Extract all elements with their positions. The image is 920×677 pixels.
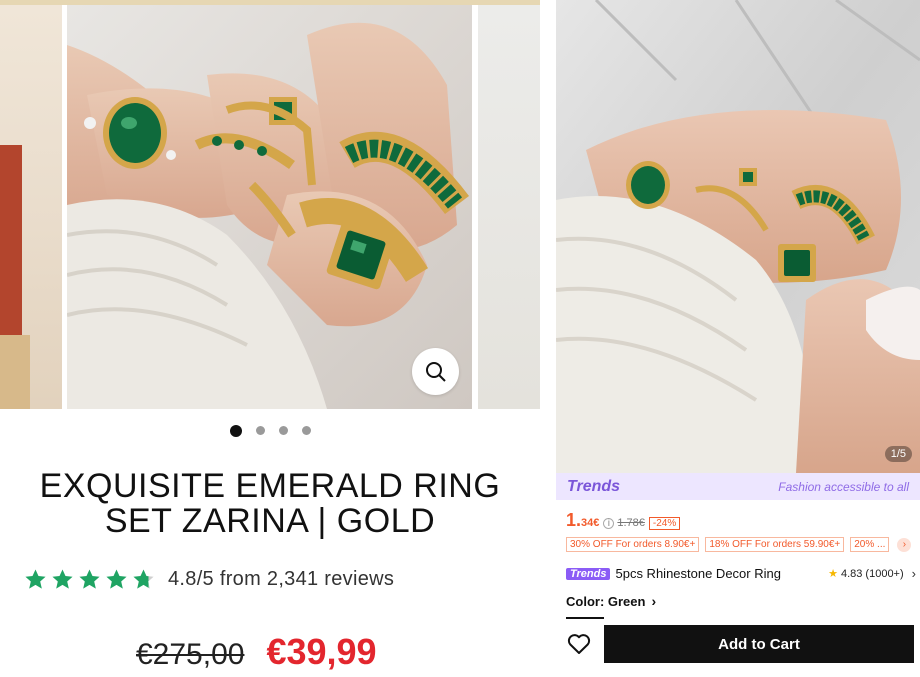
trends-badge: Trends <box>566 567 611 580</box>
title-line-1: EXQUISITE EMERALD RING <box>39 467 501 505</box>
carousel-dot-3[interactable] <box>278 426 288 435</box>
search-icon <box>425 361 446 382</box>
sale-price: €39,99 <box>266 631 377 672</box>
product-name-row: Trends 5pcs Rhinestone Decor Ring ★ 4.83… <box>566 566 916 581</box>
star-icon <box>52 569 73 589</box>
reviews-summary[interactable]: 4.8/5 from 2,341 reviews <box>168 568 394 591</box>
prev-slide-base <box>0 335 30 409</box>
color-selector[interactable]: Color: Green › <box>566 593 656 609</box>
price-row-secondary: 1.34€ i 1.78€ -24% <box>566 510 681 531</box>
color-label: Color: Green <box>566 593 646 609</box>
left-product-panel: EXQUISITE EMERALD RING SET ZARINA | GOLD… <box>0 0 540 677</box>
star-icon <box>106 569 127 589</box>
rings-photo-2 <box>556 0 920 473</box>
right-product-panel: 1/5 Trends Fashion accessible to all 1.3… <box>556 0 920 677</box>
product-name: 5pcs Rhinestone Decor Ring <box>615 566 781 581</box>
image-counter: 1/5 <box>884 446 912 462</box>
coupon-list: 30% OFF For orders 8.90€+ 18% OFF For or… <box>566 537 912 552</box>
star-icon: ★ <box>828 568 838 580</box>
price-minor: 34€ <box>581 517 600 529</box>
trends-tagline: Fashion accessible to all <box>778 479 909 494</box>
carousel-dots <box>0 424 540 437</box>
product-title: EXQUISITE EMERALD RING SET ZARINA | GOLD <box>0 469 540 539</box>
trends-logo: Trends <box>567 477 621 495</box>
title-line-2: SET ZARINA | GOLD <box>104 502 436 540</box>
chevron-right-icon: › <box>651 593 657 609</box>
carousel-next-slide[interactable] <box>478 5 540 409</box>
coupon-1[interactable]: 30% OFF For orders 8.90€+ <box>566 537 700 552</box>
discount-badge: -24% <box>648 517 681 530</box>
product-image-main[interactable] <box>67 5 472 409</box>
rating-stars <box>24 568 155 591</box>
rating-row[interactable]: 4.8/5 from 2,341 reviews <box>24 568 394 591</box>
carousel-dot-2[interactable] <box>255 426 265 435</box>
product-image-secondary[interactable]: 1/5 <box>556 0 920 473</box>
bottom-action-bar: Add to Cart <box>556 624 920 664</box>
original-price-secondary: 1.78€ <box>617 517 645 529</box>
star-icon <box>79 569 100 589</box>
selected-swatch-indicator <box>566 617 604 619</box>
price-major: 1. <box>566 510 582 530</box>
original-price: €275,00 <box>136 638 245 671</box>
zoom-button[interactable] <box>412 348 459 395</box>
half-star-icon <box>133 569 154 589</box>
coupon-2[interactable]: 18% OFF For orders 59.90€+ <box>705 537 845 552</box>
heart-icon <box>567 634 591 654</box>
current-price: 1.34€ <box>566 510 599 531</box>
rings-photo <box>67 5 472 409</box>
carousel-prev-slide[interactable] <box>0 5 62 409</box>
carousel-dot-4[interactable] <box>301 426 311 435</box>
trends-banner[interactable]: Trends Fashion accessible to all <box>556 473 920 500</box>
prev-slide-box <box>0 145 22 335</box>
info-icon[interactable]: i <box>603 518 615 529</box>
rating-summary[interactable]: ★ 4.83 (1000+) › <box>828 566 916 581</box>
rating-count: (1000+) <box>865 567 904 580</box>
wishlist-button[interactable] <box>556 624 602 664</box>
price-row: €275,00 €39,99 <box>136 631 377 673</box>
star-icon <box>25 569 46 589</box>
chevron-right-icon: › <box>911 566 916 581</box>
chevron-right-icon[interactable]: › <box>897 537 912 552</box>
screen: EXQUISITE EMERALD RING SET ZARINA | GOLD… <box>0 0 920 677</box>
coupon-3[interactable]: 20% ... <box>850 537 890 552</box>
add-to-cart-button[interactable]: Add to Cart <box>604 625 914 663</box>
carousel-dot-1[interactable] <box>229 424 242 437</box>
rating-value: 4.83 <box>841 567 863 580</box>
